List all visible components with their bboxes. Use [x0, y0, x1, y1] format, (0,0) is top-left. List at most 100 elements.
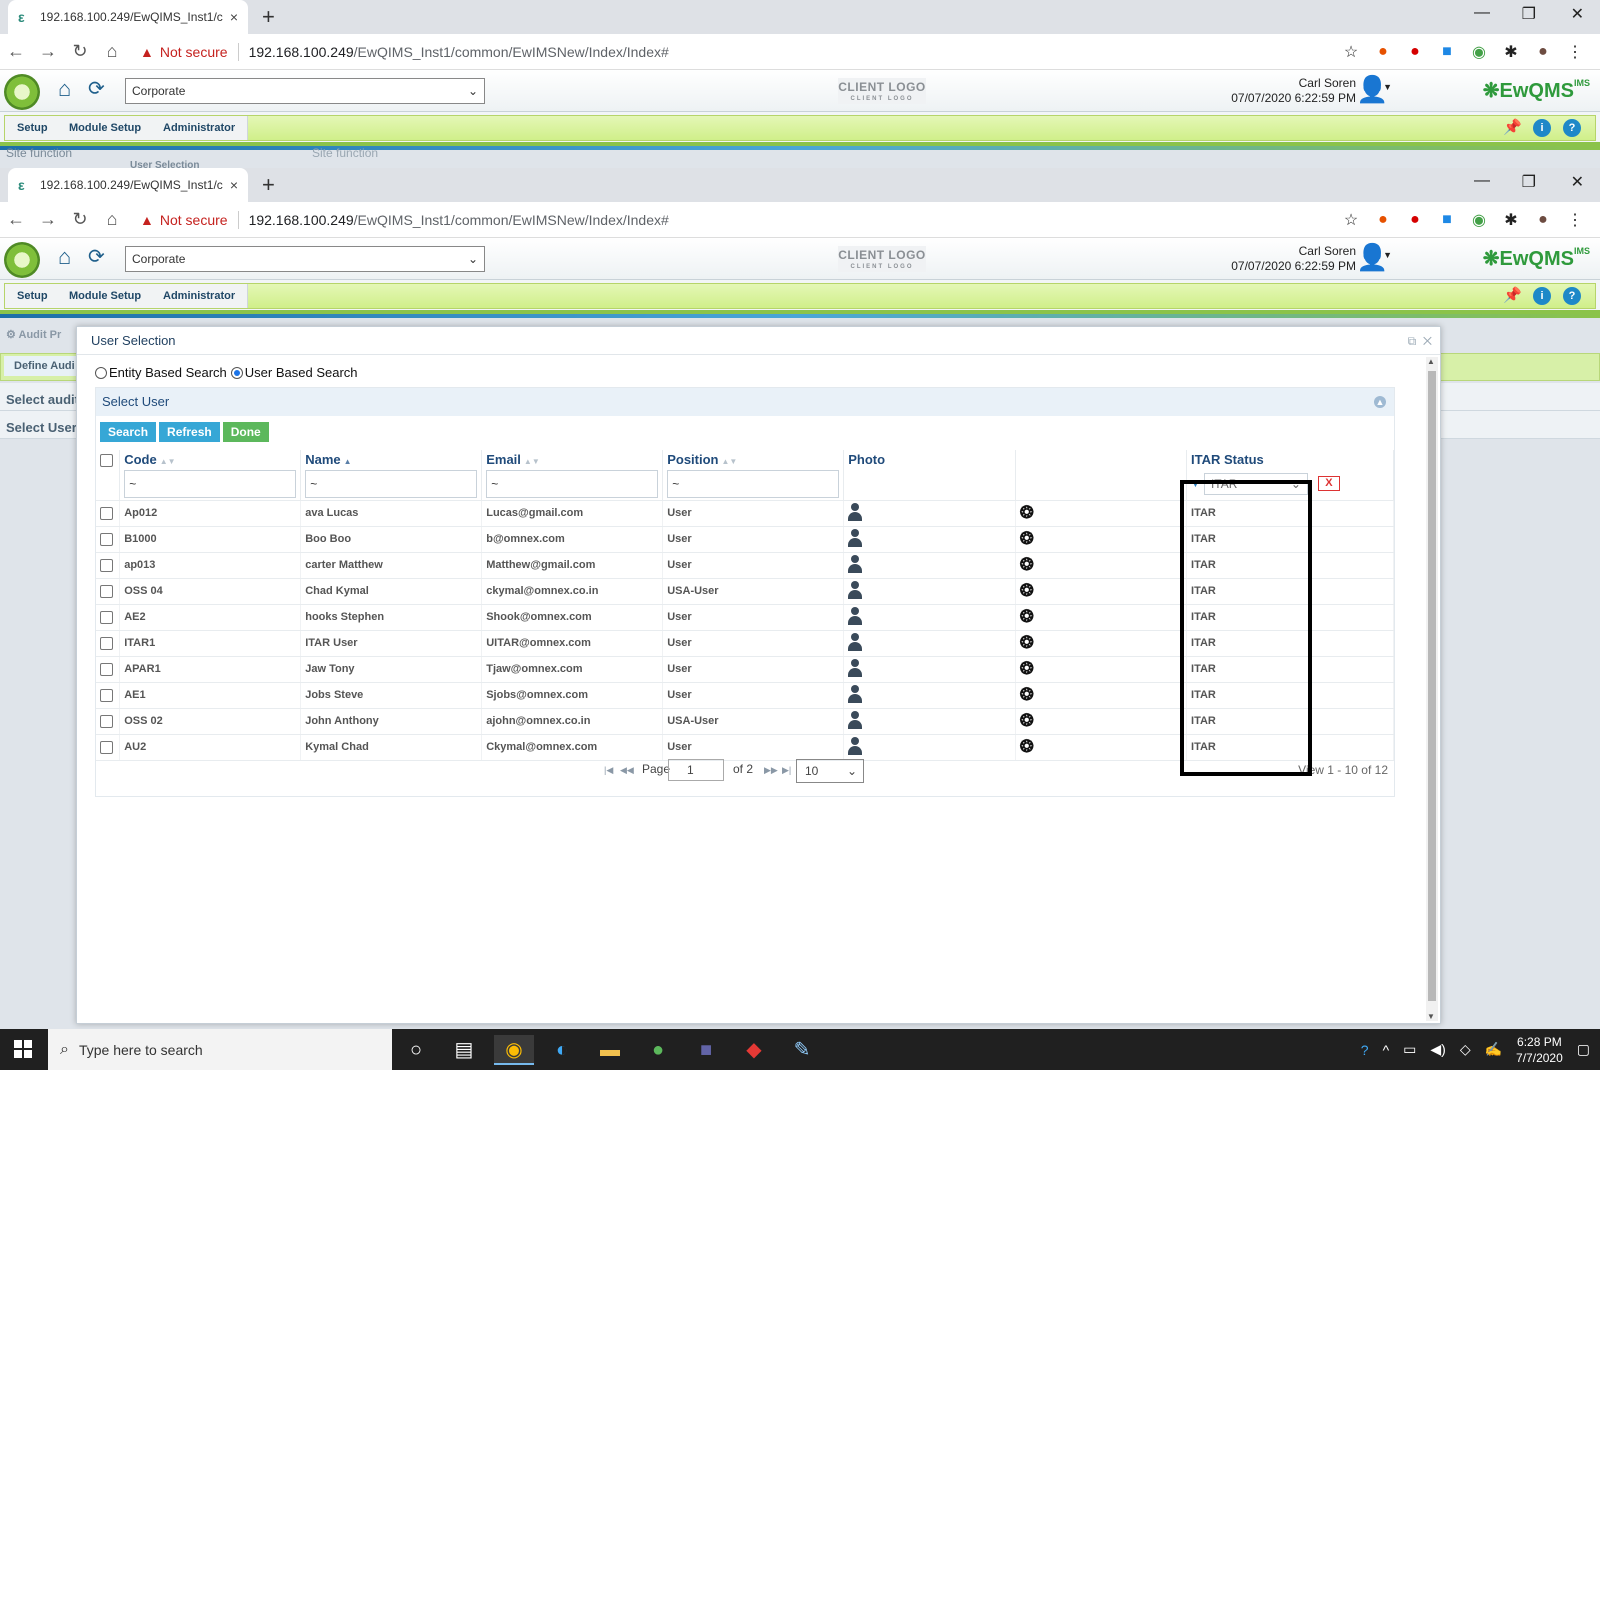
- help-icon[interactable]: ?: [1563, 287, 1581, 305]
- reload-icon[interactable]: ↻: [64, 41, 96, 62]
- restore-icon[interactable]: ❐: [1522, 172, 1536, 192]
- user-photo-icon[interactable]: [848, 684, 863, 703]
- dialog-scrollbar[interactable]: ▲ ▼: [1426, 357, 1438, 1021]
- dialog-close-icon[interactable]: ✕: [1423, 334, 1432, 348]
- row-checkbox[interactable]: [100, 662, 113, 676]
- table-row[interactable]: OSS 02 John Anthony ajohn@omnex.co.in USA-U…: [96, 708, 1394, 735]
- bookmark-star-icon[interactable]: ☆: [1342, 42, 1360, 62]
- user-card-icon[interactable]: ❂: [1020, 659, 1034, 678]
- app-home-icon[interactable]: ⌂: [58, 244, 84, 270]
- menu-module-setup[interactable]: Module Setup: [57, 116, 155, 140]
- menu-setup[interactable]: Setup: [5, 284, 61, 308]
- tab-close-icon[interactable]: ×: [230, 177, 238, 193]
- app-home-icon[interactable]: ⌂: [58, 76, 84, 102]
- user-card-icon[interactable]: ❂: [1020, 607, 1034, 626]
- extension-stop-icon[interactable]: ●: [1406, 43, 1424, 61]
- refresh-button[interactable]: Refresh: [159, 422, 220, 442]
- user-photo-icon[interactable]: [848, 632, 863, 651]
- back-icon[interactable]: ←: [0, 209, 32, 230]
- user-menu-caret-icon[interactable]: ▼: [1383, 250, 1392, 260]
- last-page-icon[interactable]: ▶|: [782, 765, 791, 776]
- site-select[interactable]: Corporate ⌄: [125, 78, 485, 104]
- help-tray-icon[interactable]: ?: [1361, 1042, 1369, 1058]
- volume-icon[interactable]: ◀): [1430, 1041, 1445, 1058]
- tab-close-icon[interactable]: ×: [230, 9, 238, 25]
- user-card-icon[interactable]: ❂: [1020, 711, 1034, 730]
- user-photo-icon[interactable]: [848, 580, 863, 599]
- browser-menu-icon[interactable]: ⋮: [1566, 42, 1584, 62]
- menu-module-setup[interactable]: Module Setup: [57, 284, 155, 308]
- column-header-name[interactable]: Name ▲: [300, 450, 483, 468]
- table-row[interactable]: ap013 carter Matthew Matthew@gmail.com User…: [96, 552, 1394, 579]
- edge-icon[interactable]: ◐: [542, 1035, 582, 1065]
- browser-tab[interactable]: ε 192.168.100.249/EwQIMS_Inst1/c ×: [8, 0, 248, 34]
- extensions-puzzle-icon[interactable]: ✱: [1502, 210, 1520, 230]
- bookmark-star-icon[interactable]: ☆: [1342, 210, 1360, 230]
- user-photo-icon[interactable]: [848, 502, 863, 521]
- tray-chevron-up-icon[interactable]: ^: [1383, 1042, 1390, 1058]
- user-card-icon[interactable]: ❂: [1020, 503, 1034, 522]
- extension-stop-icon[interactable]: ●: [1406, 211, 1424, 229]
- close-window-icon[interactable]: ✕: [1571, 4, 1584, 24]
- table-row[interactable]: Ap012 ava Lucas Lucas@gmail.com User ❂ ITAR: [96, 500, 1394, 527]
- row-checkbox[interactable]: [100, 558, 113, 572]
- pen-icon[interactable]: ✍: [1485, 1041, 1502, 1058]
- user-photo-icon[interactable]: [848, 606, 863, 625]
- menu-administrator[interactable]: Administrator: [151, 116, 249, 140]
- column-header-position[interactable]: Position ▲▼: [662, 450, 845, 468]
- site-select[interactable]: Corporate ⌄: [125, 246, 485, 272]
- menu-administrator[interactable]: Administrator: [151, 284, 249, 308]
- table-row[interactable]: B1000 Boo Boo b@omnex.com User ❂ ITAR: [96, 526, 1394, 553]
- page-number-input[interactable]: 1: [668, 759, 724, 781]
- taskbar-search[interactable]: ⌕ Type here to search: [48, 1029, 392, 1070]
- first-page-icon[interactable]: |◀: [604, 765, 613, 776]
- pin-icon[interactable]: 📌: [1503, 287, 1522, 305]
- new-tab-button[interactable]: +: [262, 172, 275, 198]
- forward-icon[interactable]: →: [32, 41, 64, 62]
- file-explorer-icon[interactable]: ▬: [590, 1035, 630, 1065]
- row-checkbox[interactable]: [100, 740, 113, 754]
- info-icon[interactable]: i: [1533, 119, 1551, 137]
- clear-filter-button[interactable]: X: [1317, 476, 1340, 492]
- column-header-email[interactable]: Email ▲▼: [481, 450, 664, 468]
- security-indicator[interactable]: ▲ Not secure: [140, 212, 228, 228]
- name-filter-input[interactable]: ~: [305, 469, 478, 498]
- position-filter-input[interactable]: ~: [667, 469, 840, 498]
- table-row[interactable]: APAR1 Jaw Tony Tjaw@omnex.com User ❂ ITAR: [96, 656, 1394, 683]
- row-checkbox[interactable]: [100, 714, 113, 728]
- row-checkbox[interactable]: [100, 584, 113, 598]
- table-row[interactable]: ITAR1 ITAR User UITAR@omnex.com User ❂ ITAR: [96, 630, 1394, 657]
- home-icon[interactable]: ⌂: [96, 209, 128, 230]
- user-photo-icon[interactable]: [848, 710, 863, 729]
- user-menu-caret-icon[interactable]: ▼: [1383, 82, 1392, 92]
- utorrent-icon[interactable]: ●: [638, 1035, 678, 1065]
- done-button[interactable]: Done: [222, 422, 269, 442]
- reload-icon[interactable]: ↻: [64, 209, 96, 230]
- home-icon[interactable]: ⌂: [96, 41, 128, 62]
- user-photo-icon[interactable]: [848, 736, 863, 755]
- search-button[interactable]: Search: [100, 422, 157, 442]
- back-icon[interactable]: ←: [0, 41, 32, 62]
- collapse-icon[interactable]: ▲: [1374, 396, 1386, 408]
- table-row[interactable]: OSS 04 Chad Kymal ckymal@omnex.co.in USA-Us…: [96, 578, 1394, 605]
- dropbox-icon[interactable]: ◇: [1460, 1041, 1471, 1058]
- new-tab-button[interactable]: +: [262, 4, 275, 30]
- row-checkbox[interactable]: [100, 610, 113, 624]
- column-header-itar-status[interactable]: ITAR Status: [1186, 450, 1394, 468]
- entity-search-radio[interactable]: [95, 366, 107, 379]
- url-text[interactable]: 192.168.100.249/EwQIMS_Inst1/common/EwIM…: [249, 44, 669, 60]
- prev-page-icon[interactable]: ◀◀: [620, 765, 634, 776]
- table-row[interactable]: AE1 Jobs Steve Sjobs@omnex.com User ❂ ITAR: [96, 682, 1394, 709]
- column-header-code[interactable]: Code ▲▼: [119, 450, 302, 468]
- user-avatar-icon[interactable]: 👤: [1356, 74, 1388, 106]
- app-shield-icon[interactable]: ◆: [734, 1035, 774, 1065]
- row-checkbox[interactable]: [100, 532, 113, 546]
- scroll-up-icon[interactable]: ▲: [1427, 357, 1435, 366]
- email-filter-input[interactable]: ~: [486, 469, 659, 498]
- user-card-icon[interactable]: ❂: [1020, 529, 1034, 548]
- security-indicator[interactable]: ▲ Not secure: [140, 44, 228, 60]
- extensions-puzzle-icon[interactable]: ✱: [1502, 42, 1520, 62]
- browser-tab[interactable]: ε 192.168.100.249/EwQIMS_Inst1/c ×: [8, 168, 248, 202]
- row-checkbox[interactable]: [100, 636, 113, 650]
- itar-status-filter-select[interactable]: ITAR ⌄: [1203, 472, 1308, 495]
